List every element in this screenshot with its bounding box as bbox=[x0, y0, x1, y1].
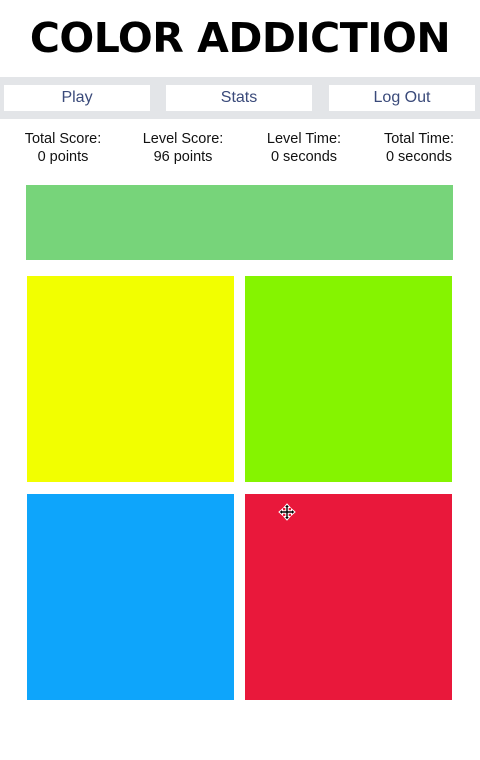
stats-button[interactable]: Stats bbox=[166, 85, 312, 111]
level-score: Level Score: 96 points bbox=[123, 130, 243, 166]
total-time-value: 0 seconds bbox=[385, 149, 453, 165]
level-time-label: Level Time: bbox=[266, 131, 342, 147]
color-tile-green[interactable] bbox=[245, 276, 452, 482]
color-tile-blue[interactable] bbox=[27, 494, 234, 700]
logout-button[interactable]: Log Out bbox=[329, 85, 475, 111]
level-score-label: Level Score: bbox=[142, 131, 224, 147]
level-time-value: 0 seconds bbox=[270, 149, 338, 165]
total-time-label: Total Time: bbox=[383, 131, 455, 147]
total-score-value: 0 points bbox=[37, 149, 89, 165]
color-tile-yellow[interactable] bbox=[27, 276, 234, 482]
total-score-label: Total Score: bbox=[24, 131, 102, 147]
target-color-bar bbox=[26, 185, 453, 260]
nav-bar: Play Stats Log Out bbox=[0, 77, 480, 119]
stats-row: Total Score: 0 points Level Score: 96 po… bbox=[0, 130, 480, 170]
color-tile-red[interactable] bbox=[245, 494, 452, 700]
app-title: COLOR ADDICTION bbox=[29, 14, 451, 62]
level-time: Level Time: 0 seconds bbox=[244, 130, 364, 166]
level-score-value: 96 points bbox=[153, 149, 213, 165]
total-score: Total Score: 0 points bbox=[3, 130, 123, 166]
move-cursor-icon bbox=[278, 503, 296, 521]
play-button[interactable]: Play bbox=[4, 85, 150, 111]
total-time: Total Time: 0 seconds bbox=[359, 130, 479, 166]
